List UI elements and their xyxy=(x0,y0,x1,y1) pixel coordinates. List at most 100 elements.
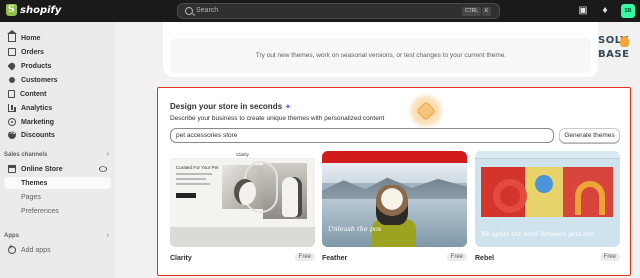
shopify-logo[interactable]: shopify xyxy=(6,4,61,16)
preview-button xyxy=(176,193,196,198)
status-badge: Free xyxy=(294,253,315,261)
sidebar-item-themes[interactable]: Themes xyxy=(4,177,111,189)
theme-library-text: Try out new themes, work on seasonal ver… xyxy=(255,52,507,59)
top-icons: ▣ ♦ SB xyxy=(577,4,635,18)
content-icon xyxy=(8,90,15,98)
sidebar-item-preferences[interactable]: Preferences xyxy=(4,205,111,217)
preview-ring xyxy=(493,179,527,213)
theme-card-rebel[interactable]: We ignite the bond between pets and Rebe… xyxy=(475,151,620,268)
theme-name-clarity: Clarity xyxy=(170,255,192,262)
theme-library-card: Try out new themes, work on seasonal ver… xyxy=(163,22,598,77)
analytics-icon xyxy=(8,104,16,112)
theme-library-empty: Try out new themes, work on seasonal ver… xyxy=(171,38,591,73)
preview-line xyxy=(176,178,206,180)
sidebar-sub-label: Pages xyxy=(21,193,41,201)
preview-banner xyxy=(322,151,467,163)
theme-preview-clarity[interactable]: Clarity Curated For Your Pet xyxy=(170,151,315,247)
sidebar-item-discounts[interactable]: Discounts xyxy=(4,129,111,141)
search-icon xyxy=(185,7,193,15)
shopify-bag-icon xyxy=(6,4,17,16)
sidebar-item-analytics[interactable]: Analytics xyxy=(4,102,111,114)
preview-dog xyxy=(282,177,302,217)
sidebar-item-orders[interactable]: Orders xyxy=(4,46,111,58)
sidebar-item-label: Discounts xyxy=(21,131,55,139)
design-title-text: Design your store in seconds xyxy=(170,102,283,111)
lightbulb-icon xyxy=(620,36,629,47)
search-bar[interactable]: Search CTRL K xyxy=(177,3,500,19)
sidebar-item-label: Marketing xyxy=(21,118,55,126)
home-icon xyxy=(7,30,17,42)
theme-card-feather[interactable]: Unleash the pos Feather Free xyxy=(322,151,467,268)
sidebar-item-label: Home xyxy=(21,34,41,42)
preview-nav xyxy=(475,151,620,159)
preview-nav: Clarity xyxy=(170,151,315,159)
sidebar-item-label: Online Store xyxy=(21,165,63,173)
top-bar: shopify Search CTRL K ▣ ♦ SB xyxy=(0,0,640,22)
sidebar-item-label: Orders xyxy=(21,48,44,56)
search-placeholder: Search xyxy=(196,7,219,14)
design-title: Design your store in seconds ✦ xyxy=(170,102,291,111)
sidebar-item-add-apps[interactable]: Add apps xyxy=(4,244,111,256)
preview-heading: Curated For Your Pet xyxy=(176,165,219,170)
sales-channels-label: Sales channels xyxy=(4,152,48,158)
theme-name-rebel: Rebel xyxy=(475,255,495,262)
apps-label: Apps xyxy=(4,233,19,239)
sidebar-item-content[interactable]: Content xyxy=(4,88,111,100)
avatar[interactable]: SB xyxy=(621,4,635,18)
online-store-icon xyxy=(8,165,16,173)
sidebar-sub-label: Themes xyxy=(21,179,48,187)
bell-icon[interactable]: ♦ xyxy=(599,5,611,17)
sidebar-item-home[interactable]: Home xyxy=(4,30,111,44)
orders-icon xyxy=(8,48,16,56)
theme-preview-rebel[interactable]: We ignite the bond between pets and xyxy=(475,151,620,247)
theme-name-feather: Feather xyxy=(322,255,348,262)
preview-line xyxy=(176,173,212,175)
theme-card-clarity[interactable]: Clarity Curated For Your Pet Clarity Fre… xyxy=(170,151,315,268)
preview-footer xyxy=(170,227,315,247)
preview-arch xyxy=(575,181,605,215)
sidebar-item-pages[interactable]: Pages xyxy=(4,191,111,203)
chevron-right-icon[interactable]: › xyxy=(107,232,109,239)
preview-brand: Clarity xyxy=(236,152,249,157)
sidebar-item-label: Customers xyxy=(21,76,58,84)
sidebar: Home Orders Products Customers Content A… xyxy=(0,22,115,278)
design-description: Describe your business to create unique … xyxy=(170,115,385,122)
sidebar-sub-label: Preferences xyxy=(21,207,59,215)
status-badge: Free xyxy=(599,253,620,261)
sidebar-item-label: Products xyxy=(21,62,52,70)
preview-dog xyxy=(376,185,408,225)
generate-themes-button[interactable]: Generate themes xyxy=(559,128,620,143)
cursor-highlight xyxy=(408,93,444,129)
sidebar-item-label: Analytics xyxy=(21,104,53,112)
sidebar-item-label: Add apps xyxy=(21,246,51,254)
sidebar-item-online-store[interactable]: Online Store xyxy=(4,163,111,175)
sidebar-item-products[interactable]: Products xyxy=(4,60,111,72)
watermark-logo: SOLV BASE xyxy=(598,33,640,73)
sparkle-icon: ✦ xyxy=(285,103,291,111)
marketing-icon xyxy=(8,118,16,126)
preview-sky xyxy=(322,163,467,183)
products-icon xyxy=(7,61,17,71)
preview-caption: We ignite the bond between pets and xyxy=(481,231,595,238)
preview-cat xyxy=(234,179,256,205)
chevron-right-icon[interactable]: › xyxy=(107,151,109,158)
customers-icon xyxy=(9,77,15,83)
status-badge: Free xyxy=(446,253,467,261)
preview-line xyxy=(176,183,210,185)
design-store-card: Design your store in seconds ✦ Describe … xyxy=(157,87,631,276)
shortcut-k: K xyxy=(482,7,492,16)
sidebar-item-marketing[interactable]: Marketing xyxy=(4,116,111,128)
sidebar-item-label: Content xyxy=(20,90,47,98)
cursor-icon xyxy=(416,101,436,121)
logo-text: shopify xyxy=(20,4,62,16)
add-icon xyxy=(8,244,16,254)
preview-caption: Unleash the pos xyxy=(328,225,382,233)
watermark-line: BASE xyxy=(598,49,630,60)
sidebar-item-customers[interactable]: Customers xyxy=(4,74,111,86)
main-content: Try out new themes, work on seasonal ver… xyxy=(115,22,640,278)
theme-preview-feather[interactable]: Unleash the pos xyxy=(322,151,467,247)
discounts-icon xyxy=(8,129,16,139)
business-description-input[interactable] xyxy=(170,128,554,143)
view-store-icon[interactable] xyxy=(99,166,107,172)
inbox-icon[interactable]: ▣ xyxy=(577,5,589,17)
